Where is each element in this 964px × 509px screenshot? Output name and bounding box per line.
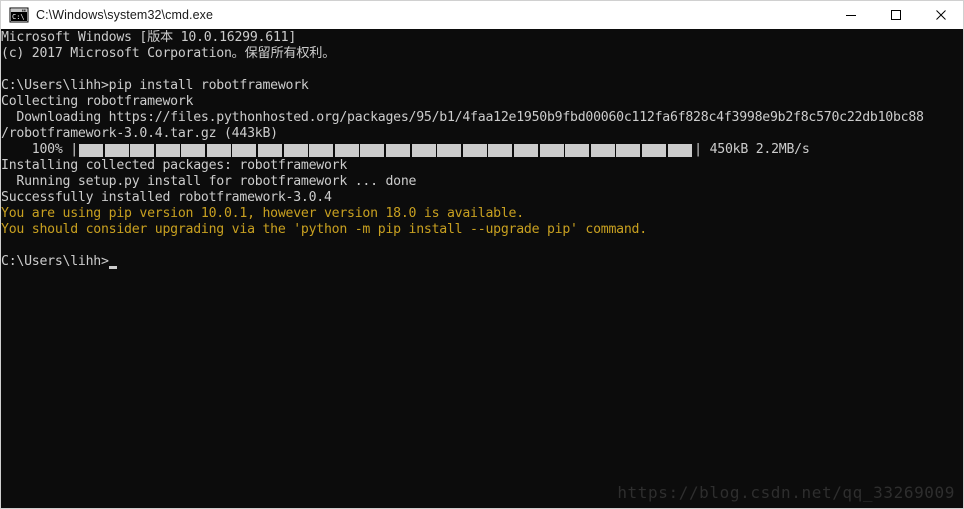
progress-block (104, 143, 129, 157)
progress-block (539, 143, 564, 157)
prompt-text: C:\Users\lihh> (1, 254, 109, 269)
maximize-button[interactable] (873, 1, 918, 29)
progress-block (386, 143, 411, 157)
progress-block (155, 143, 180, 157)
text-cursor (108, 266, 117, 269)
window-controls (828, 1, 963, 29)
title-bar[interactable]: C:\ C:\Windows\system32\cmd.exe (1, 1, 963, 29)
progress-stats: 450kB 2.2MB/s (701, 142, 810, 157)
minimize-button[interactable] (828, 1, 873, 29)
progress-block (437, 143, 462, 157)
download-progress-bar: 100% | | 450kB 2.2MB/s (1, 142, 963, 158)
progress-left-delimiter: | (70, 142, 78, 157)
progress-block (258, 143, 283, 157)
progress-right-delimiter: | (694, 142, 702, 157)
progress-block (181, 143, 206, 157)
console-lines: Microsoft Windows [版本 10.0.16299.611] (c)… (1, 30, 963, 270)
progress-block (309, 143, 334, 157)
progress-block (232, 143, 257, 157)
console-line: You are using pip version 10.0.1, howeve… (1, 206, 524, 221)
console-line: C:\Users\lihh>pip install robotframework (1, 78, 309, 93)
progress-percent-label: 100% (1, 142, 71, 157)
progress-block (488, 143, 513, 157)
progress-block (283, 143, 308, 157)
progress-block (334, 143, 359, 157)
progress-block (130, 143, 155, 157)
cmd-window: C:\ C:\Windows\system32\cmd.exe Microsof… (0, 0, 964, 509)
progress-block (565, 143, 590, 157)
progress-block (206, 143, 231, 157)
progress-block (641, 143, 666, 157)
console-output-area[interactable]: Microsoft Windows [版本 10.0.16299.611] (c)… (1, 29, 963, 508)
progress-block (667, 143, 692, 157)
command-prompt-line[interactable]: C:\Users\lihh> (1, 254, 963, 270)
watermark-text: https://blog.csdn.net/qq_33269009 (617, 483, 955, 502)
console-line: Collecting robotframework (1, 94, 194, 109)
console-line: Installing collected packages: robotfram… (1, 158, 348, 173)
console-line: (c) 2017 Microsoft Corporation。保留所有权利。 (1, 46, 336, 61)
console-line: /robotframework-3.0.4.tar.gz (443kB) (1, 126, 278, 141)
svg-text:C:\: C:\ (12, 13, 25, 21)
progress-block (462, 143, 487, 157)
progress-block (360, 143, 385, 157)
console-line: Running setup.py install for robotframew… (1, 174, 417, 189)
console-line: Downloading https://files.pythonhosted.o… (1, 110, 924, 125)
console-line: You should consider upgrading via the 'p… (1, 222, 647, 237)
progress-block (590, 143, 615, 157)
progress-block (78, 143, 103, 157)
console-line: Successfully installed robotframework-3.… (1, 190, 332, 205)
progress-block (514, 143, 539, 157)
progress-block (411, 143, 436, 157)
console-line: Microsoft Windows [版本 10.0.16299.611] (1, 30, 297, 45)
close-button[interactable] (918, 1, 963, 29)
progress-fill (78, 143, 693, 157)
window-title: C:\Windows\system32\cmd.exe (36, 8, 214, 22)
cmd-window-icon: C:\ (9, 7, 29, 23)
progress-block (616, 143, 641, 157)
